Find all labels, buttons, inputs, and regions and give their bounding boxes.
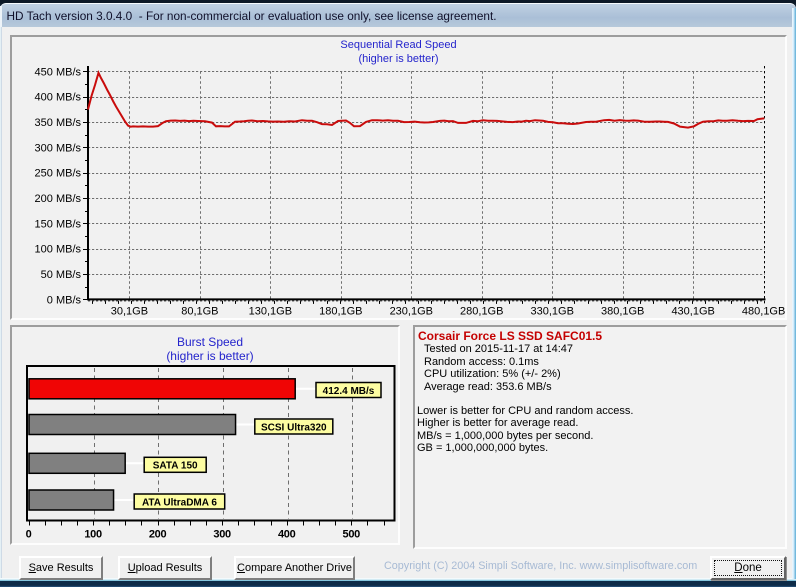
svg-text:412.4 MB/s: 412.4 MB/s — [323, 386, 375, 397]
svg-text:100 MB/s: 100 MB/s — [35, 244, 82, 256]
svg-text:130,1GB: 130,1GB — [249, 305, 292, 317]
svg-text:SCSI Ultra320: SCSI Ultra320 — [261, 422, 327, 433]
svg-text:200: 200 — [149, 529, 167, 541]
svg-text:300 MB/s: 300 MB/s — [35, 142, 82, 154]
svg-text:280,1GB: 280,1GB — [460, 305, 503, 317]
svg-text:480,1GB: 480,1GB — [742, 305, 785, 317]
svg-text:400 MB/s: 400 MB/s — [35, 92, 82, 104]
svg-text:380,1GB: 380,1GB — [601, 305, 644, 317]
svg-text:180,1GB: 180,1GB — [319, 305, 362, 317]
svg-text:300: 300 — [213, 529, 231, 541]
svg-text:200 MB/s: 200 MB/s — [35, 193, 82, 205]
svg-text:SATA 150: SATA 150 — [153, 461, 198, 472]
svg-text:430,1GB: 430,1GB — [671, 305, 714, 317]
svg-text:400: 400 — [278, 529, 296, 541]
svg-text:0 MB/s: 0 MB/s — [47, 294, 82, 306]
svg-text:500: 500 — [343, 529, 361, 541]
svg-text:250 MB/s: 250 MB/s — [35, 168, 82, 180]
svg-text:50 MB/s: 50 MB/s — [41, 269, 82, 281]
svg-text:150 MB/s: 150 MB/s — [35, 218, 82, 230]
svg-text:450 MB/s: 450 MB/s — [35, 66, 82, 78]
svg-text:0: 0 — [26, 529, 32, 541]
svg-text:350 MB/s: 350 MB/s — [35, 117, 82, 129]
svg-text:80,1GB: 80,1GB — [181, 305, 218, 317]
svg-text:330,1GB: 330,1GB — [531, 305, 574, 317]
svg-text:230,1GB: 230,1GB — [390, 305, 433, 317]
svg-text:30,1GB: 30,1GB — [111, 305, 148, 317]
svg-text:ATA UltraDMA 6: ATA UltraDMA 6 — [142, 497, 217, 508]
svg-text:100: 100 — [84, 529, 102, 541]
